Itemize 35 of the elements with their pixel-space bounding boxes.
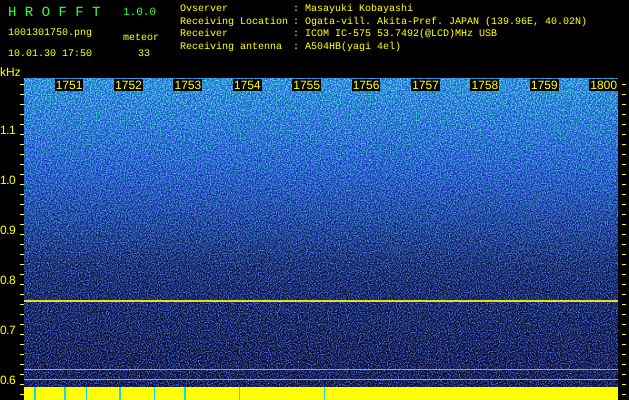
- time-label: 1757: [411, 79, 440, 91]
- separator-colon: :: [293, 42, 300, 54]
- time-label: 1753: [173, 79, 202, 91]
- count-label: meteor: [123, 33, 160, 44]
- frequency-label: 0.6: [0, 373, 16, 387]
- time-label: 1759: [530, 79, 559, 91]
- time-label: 1754: [232, 79, 262, 91]
- frequency-label: 0.8: [0, 273, 16, 287]
- time-label: 1755: [292, 79, 321, 91]
- axis-unit-label: kHz: [0, 66, 22, 78]
- meteor-count: 33: [137, 48, 152, 60]
- frequency-label: 1.1: [0, 123, 16, 137]
- separator-colon: :: [293, 4, 300, 16]
- separator-colon: :: [293, 16, 300, 29]
- time-label: 1756: [352, 79, 380, 91]
- info-label: Ovserver: [180, 4, 230, 16]
- app-title: H R O F F T: [8, 5, 102, 21]
- info-label: Receiving antenna: [180, 42, 284, 54]
- time-label: 1752: [114, 79, 143, 91]
- frequency-label: 0.9: [0, 223, 16, 237]
- info-value: ICOM IC-575 53.7492(@LCD)MHz USB: [305, 29, 498, 42]
- time-label: 1800: [589, 79, 618, 91]
- info-value: Masayuki Kobayashi: [305, 4, 414, 16]
- info-label: Receiving Location: [180, 16, 290, 28]
- frequency-label: 0.7: [0, 323, 16, 337]
- time-label: 1751: [54, 79, 84, 91]
- info-value: Ogata-vill. Akita-Pref. JAPAN (139.96E, 40.02N): [305, 16, 588, 28]
- file-name: 1001301750.png: [8, 28, 94, 38]
- date-time: 10.01.30 17:50: [8, 48, 94, 60]
- frequency-label: 1.0: [0, 173, 16, 187]
- time-label: 1758: [470, 79, 500, 91]
- separator-colon: :: [293, 29, 300, 42]
- info-label: Receiver: [180, 29, 230, 42]
- info-value: A504HB(yagi 4el): [305, 42, 402, 54]
- version-label: 1.0.0: [123, 7, 158, 19]
